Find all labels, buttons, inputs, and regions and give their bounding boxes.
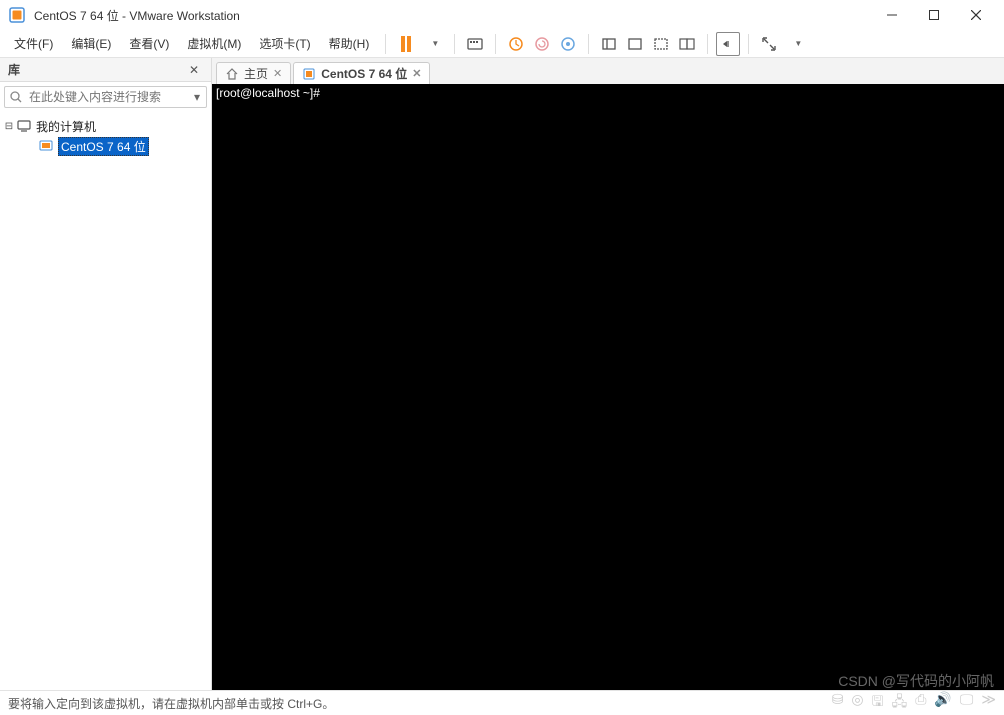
tab-home-close[interactable]: ✕ xyxy=(273,67,282,80)
snapshot-revert-button[interactable] xyxy=(530,32,554,56)
library-close-button[interactable]: ✕ xyxy=(185,63,203,77)
status-usb-icon[interactable]: ⎙ xyxy=(915,691,926,715)
computer-icon xyxy=(16,120,32,132)
power-group: ▼ xyxy=(394,32,446,56)
snapshot-take-button[interactable] xyxy=(504,32,528,56)
library-tree: ⊟ 我的计算机 CentOS 7 64 位 xyxy=(0,112,211,690)
toolbar-separator xyxy=(495,34,496,54)
menu-vm[interactable]: 虚拟机(M) xyxy=(179,32,249,55)
stretch-dropdown[interactable]: ▼ xyxy=(785,32,809,56)
vm-console[interactable]: [root@localhost ~]# xyxy=(212,84,1004,690)
send-ctrl-alt-del-button[interactable] xyxy=(463,32,487,56)
menu-edit[interactable]: 编辑(E) xyxy=(63,32,119,55)
toolbar-separator xyxy=(588,34,589,54)
status-sound-icon[interactable]: 🔊 xyxy=(934,691,951,715)
menu-tabs[interactable]: 选项卡(T) xyxy=(251,32,318,55)
main-area: 库 ✕ ▾ ⊟ 我的计算机 xyxy=(0,58,1004,691)
vm-icon xyxy=(38,140,54,152)
menubar: 文件(F) 编辑(E) 查看(V) 虚拟机(M) 选项卡(T) 帮助(H) ▼ … xyxy=(0,30,1004,58)
library-search: ▾ xyxy=(4,86,207,108)
menu-help[interactable]: 帮助(H) xyxy=(321,32,378,55)
home-icon xyxy=(225,68,239,80)
toolbar-separator xyxy=(454,34,455,54)
tab-vm-close[interactable]: ✕ xyxy=(412,67,421,80)
window-controls xyxy=(872,1,996,29)
unity-button[interactable] xyxy=(675,32,699,56)
close-button[interactable] xyxy=(956,1,996,29)
tab-home[interactable]: 主页 ✕ xyxy=(216,62,291,84)
fullscreen-button[interactable] xyxy=(716,32,740,56)
power-dropdown[interactable]: ▼ xyxy=(422,32,446,56)
statusbar: 要将输入定向到该虚拟机，请在虚拟机内部单击或按 Ctrl+G。 ⛁ ◎ 🖫 🖧 … xyxy=(0,691,1004,715)
app-logo-icon xyxy=(8,6,26,24)
tree-root-my-computer[interactable]: ⊟ 我的计算机 xyxy=(2,116,209,136)
stretch-group: ▼ xyxy=(757,32,809,56)
menu-view[interactable]: 查看(V) xyxy=(121,32,177,55)
tree-collapse-icon[interactable]: ⊟ xyxy=(2,121,16,132)
stretch-button[interactable] xyxy=(757,32,781,56)
toolbar-separator xyxy=(748,34,749,54)
status-chevron-icon[interactable]: ≫ xyxy=(981,691,996,715)
tree-item-label: CentOS 7 64 位 xyxy=(58,137,149,156)
library-header: 库 ✕ xyxy=(0,58,211,82)
status-message: 要将输入定向到该虚拟机，请在虚拟机内部单击或按 Ctrl+G。 xyxy=(8,695,832,712)
minimize-button[interactable] xyxy=(872,1,912,29)
terminal-line: [root@localhost ~]# xyxy=(216,86,320,100)
menu-file[interactable]: 文件(F) xyxy=(6,32,61,55)
maximize-button[interactable] xyxy=(914,1,954,29)
toolbar-separator xyxy=(707,34,708,54)
status-display-icon[interactable]: 🖵 xyxy=(960,691,974,715)
snapshot-manager-button[interactable] xyxy=(556,32,580,56)
vm-tab-icon xyxy=(302,68,316,80)
tab-vm-label: CentOS 7 64 位 xyxy=(321,65,407,82)
view-single-button[interactable] xyxy=(597,32,621,56)
tab-home-label: 主页 xyxy=(244,65,268,82)
status-cd-icon[interactable]: ◎ xyxy=(851,691,863,715)
content-area: 主页 ✕ CentOS 7 64 位 ✕ [root@localhost ~]# xyxy=(212,58,1004,690)
window-title: CentOS 7 64 位 - VMware Workstation xyxy=(34,7,872,24)
search-dropdown[interactable]: ▾ xyxy=(188,90,206,104)
library-title: 库 xyxy=(8,61,185,78)
search-icon xyxy=(5,91,27,103)
status-tray: ⛁ ◎ 🖫 🖧 ⎙ 🔊 🖵 ≫ xyxy=(832,691,996,715)
tree-root-label: 我的计算机 xyxy=(36,118,96,135)
status-disk-icon[interactable]: ⛁ xyxy=(832,691,844,715)
library-panel: 库 ✕ ▾ ⊟ 我的计算机 xyxy=(0,58,212,690)
titlebar: CentOS 7 64 位 - VMware Workstation xyxy=(0,0,1004,30)
status-network-icon[interactable]: 🖧 xyxy=(892,691,908,715)
tree-item-centos[interactable]: CentOS 7 64 位 xyxy=(24,136,209,156)
search-input[interactable] xyxy=(27,88,188,106)
pause-button[interactable] xyxy=(394,32,418,56)
view-console-button[interactable] xyxy=(623,32,647,56)
status-floppy-icon[interactable]: 🖫 xyxy=(872,691,884,715)
tab-vm[interactable]: CentOS 7 64 位 ✕ xyxy=(293,62,430,84)
toolbar-separator xyxy=(385,34,386,54)
view-thumbnail-button[interactable] xyxy=(649,32,673,56)
tab-strip: 主页 ✕ CentOS 7 64 位 ✕ xyxy=(212,58,1004,84)
